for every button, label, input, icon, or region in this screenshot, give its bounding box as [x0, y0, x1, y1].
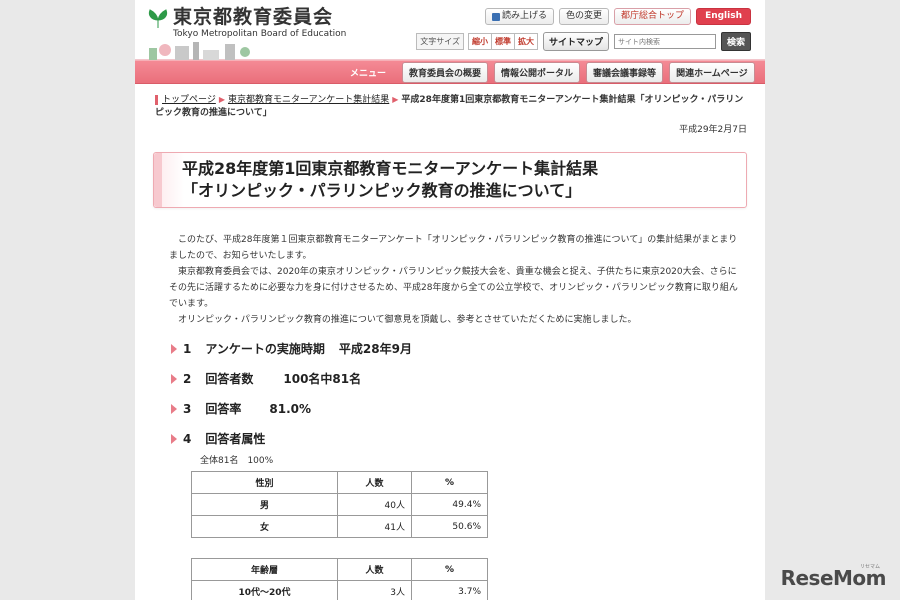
table-header: % — [411, 471, 488, 494]
table-row: 10代〜20代 3人 3.7% — [191, 580, 488, 600]
font-size-small-button[interactable]: 縮小 — [467, 33, 492, 50]
skyline-illustration-icon — [149, 42, 250, 60]
resemom-watermark: ReseMom — [780, 566, 887, 590]
table-header: 年齢層 — [191, 558, 338, 581]
nav-menu-label: メニュー — [350, 68, 387, 79]
nav-item-overview[interactable]: 教育委員会の概要 — [402, 61, 489, 83]
table-cell: 女 — [191, 515, 338, 538]
header-tools: 文字サイズ 縮小 標準 拡大 サイトマップ 検索 — [416, 32, 751, 51]
font-size-large-button[interactable]: 拡大 — [513, 33, 538, 50]
breadcrumb-item-monitor[interactable]: 東京都教育モニターアンケート集計結果 — [228, 95, 389, 105]
font-size-label: 文字サイズ — [416, 33, 464, 50]
section-response-rate: 3 回答率 81.0% — [171, 400, 311, 417]
font-size-group: 縮小 標準 拡大 — [467, 33, 538, 50]
sitemap-button[interactable]: サイトマップ — [542, 32, 609, 51]
table-header: 人数 — [337, 558, 412, 581]
table-header-row: 性別 人数 % — [191, 471, 488, 494]
table-cell: 10代〜20代 — [191, 580, 338, 600]
nav-item-disclosure[interactable]: 情報公開ポータル — [494, 61, 581, 83]
speaker-icon — [492, 12, 501, 21]
tokyo-ginkgo-icon — [147, 8, 169, 30]
intro-paragraph: オリンピック・パラリンピック教育の推進について御意見を頂戴し、参考とさせていただ… — [178, 315, 637, 325]
table-header-row: 年齢層 人数 % — [191, 558, 488, 581]
publish-date: 平成29年2月7日 — [679, 125, 747, 135]
page-title-line2: 「オリンピック・パラリンピック教育の推進について」 — [182, 181, 582, 200]
gender-table: 性別 人数 % 男 40人 49.4% 女 41人 50.6% — [191, 471, 488, 538]
total-respondents: 全体81名 100% — [200, 456, 274, 466]
table-cell: 41人 — [337, 515, 412, 538]
table-row: 女 41人 50.6% — [191, 515, 488, 538]
section-arrow-icon — [171, 343, 177, 354]
intro-paragraph: このたび、平成28年度第１回東京都教育モニターアンケート「オリンピック・パラリン… — [169, 235, 738, 261]
page: 東京都教育委員会 Tokyo Metropolitan Board of Edu… — [135, 0, 765, 600]
section-respondents: 2 回答者数 100名中81名 — [171, 370, 361, 387]
color-change-button[interactable]: 色の変更 — [559, 8, 610, 25]
section-arrow-icon — [171, 403, 177, 414]
english-button[interactable]: English — [696, 8, 751, 25]
age-table: 年齢層 人数 % 10代〜20代 3人 3.7% — [191, 558, 488, 600]
breadcrumb-item-top[interactable]: トップページ — [162, 95, 216, 105]
intro-text: このたび、平成28年度第１回東京都教育モニターアンケート「オリンピック・パラリン… — [169, 232, 745, 328]
logo-title: 東京都教育委員会 — [173, 6, 334, 28]
nav-item-related-links[interactable]: 関連ホームページ — [669, 61, 755, 83]
section-arrow-icon — [171, 373, 177, 384]
logo-subtitle: Tokyo Metropolitan Board of Education — [173, 29, 347, 39]
search-button[interactable]: 検索 — [720, 32, 751, 51]
table-header: 性別 — [191, 471, 338, 494]
section-attributes: 4 回答者属性 — [171, 430, 265, 447]
table-header: 人数 — [337, 471, 412, 494]
site-header: 東京都教育委員会 Tokyo Metropolitan Board of Edu… — [135, 0, 765, 60]
table-cell: 男 — [191, 493, 338, 516]
section-arrow-icon — [171, 433, 177, 444]
intro-paragraph: 東京都教育委員会では、2020年の東京オリンピック・パラリンピック競技大会を、貴… — [169, 267, 738, 309]
main-nav: メニュー 教育委員会の概要 情報公開ポータル 審議会議事録等 関連ホームページ — [135, 60, 765, 84]
site-logo[interactable]: 東京都教育委員会 Tokyo Metropolitan Board of Edu… — [147, 6, 346, 40]
breadcrumb-arrow-icon: ▶ — [218, 95, 225, 104]
section-period: 1 アンケートの実施時期 平成28年9月 — [171, 340, 412, 357]
table-row: 男 40人 49.4% — [191, 493, 488, 516]
font-size-normal-button[interactable]: 標準 — [490, 33, 515, 50]
utility-buttons: 読み上げる 色の変更 都庁総合トップ English — [485, 8, 751, 25]
tocho-top-button[interactable]: 都庁総合トップ — [614, 8, 692, 25]
nav-item-minutes[interactable]: 審議会議事録等 — [586, 61, 664, 83]
table-cell: 49.4% — [411, 493, 488, 516]
table-cell: 50.6% — [411, 515, 488, 538]
breadcrumb-marker-icon — [155, 94, 158, 105]
breadcrumb-arrow-icon: ▶ — [392, 95, 399, 104]
table-cell: 3.7% — [411, 580, 488, 600]
table-header: % — [411, 558, 488, 581]
read-aloud-button[interactable]: 読み上げる — [485, 8, 555, 25]
table-cell: 40人 — [337, 493, 412, 516]
page-title-line1: 平成28年度第1回東京都教育モニターアンケート集計結果 — [182, 159, 599, 178]
search-input[interactable] — [613, 34, 716, 49]
table-cell: 3人 — [337, 580, 412, 600]
breadcrumb: トップページ ▶ 東京都教育モニターアンケート集計結果 ▶ 平成28年度第1回東京都教育… — [155, 93, 747, 120]
page-title: 平成28年度第1回東京都教育モニターアンケート集計結果 「オリンピック・パラリン… — [153, 152, 747, 208]
